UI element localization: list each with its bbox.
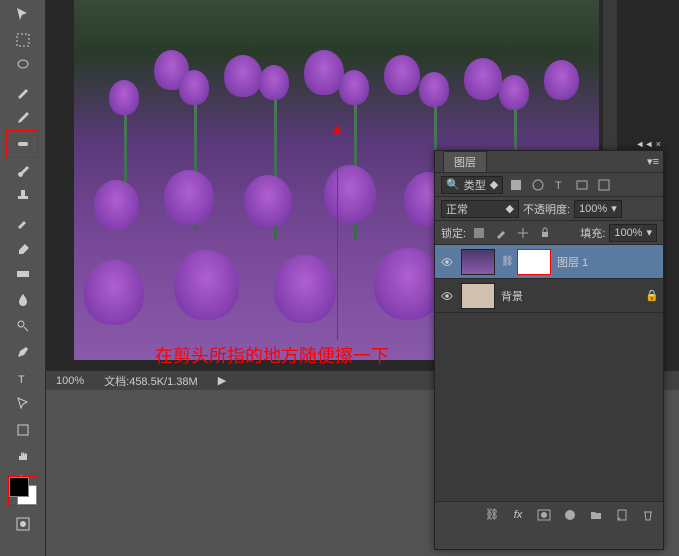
- rectangle-tool[interactable]: [11, 418, 35, 442]
- history-brush-tool[interactable]: [11, 210, 35, 234]
- link-layers-icon[interactable]: ⛓: [483, 506, 501, 524]
- visibility-toggle[interactable]: [439, 288, 455, 304]
- visibility-toggle[interactable]: [439, 254, 455, 270]
- add-mask-icon[interactable]: [535, 506, 553, 524]
- layer-item[interactable]: 背景 🔒: [435, 279, 663, 313]
- type-tool[interactable]: T: [11, 366, 35, 390]
- chevron-down-icon: ◆: [490, 178, 498, 191]
- blend-mode-dropdown[interactable]: 正常 ◆: [441, 200, 519, 218]
- lock-position-icon[interactable]: [514, 224, 532, 242]
- fx-icon[interactable]: fx: [509, 506, 527, 524]
- status-arrow-icon[interactable]: ▶: [218, 374, 226, 387]
- link-icon: ⛓: [501, 256, 511, 267]
- opacity-input[interactable]: 100% ▾: [574, 200, 622, 218]
- filter-smart-icon[interactable]: [595, 176, 613, 194]
- layers-tab[interactable]: 图层: [443, 151, 487, 172]
- chevron-down-icon: ▾: [611, 202, 617, 215]
- quick-mask-tool[interactable]: [11, 512, 35, 536]
- annotation-arrow-head: [333, 125, 341, 133]
- lock-icon: 🔒: [645, 289, 659, 302]
- gradient-tool[interactable]: [11, 262, 35, 286]
- annotation-text: 在剪头所指的地方随便擦一下: [155, 342, 389, 368]
- filter-adjust-icon[interactable]: [529, 176, 547, 194]
- layer-name[interactable]: 背景: [501, 288, 523, 304]
- delete-icon[interactable]: [639, 506, 657, 524]
- move-tool[interactable]: [11, 2, 35, 26]
- lock-label: 锁定:: [441, 225, 466, 241]
- tools-toolbar: T: [0, 0, 46, 556]
- path-select-tool[interactable]: [11, 392, 35, 416]
- panel-header: 图层 ▾≡: [435, 151, 663, 173]
- fill-label: 填充:: [580, 225, 605, 241]
- stamp-tool[interactable]: [11, 184, 35, 208]
- search-icon: 🔍: [446, 178, 460, 191]
- svg-text:T: T: [18, 374, 25, 386]
- blur-tool[interactable]: [11, 288, 35, 312]
- filter-row: 🔍 类型 ◆ T: [435, 173, 663, 197]
- zoom-level[interactable]: 100%: [56, 375, 84, 387]
- pen-tool[interactable]: [11, 340, 35, 364]
- layer-item[interactable]: ⛓ 图层 1: [435, 245, 663, 279]
- color-swatch[interactable]: [8, 476, 38, 506]
- adjustment-icon[interactable]: [561, 506, 579, 524]
- lock-transparent-icon[interactable]: [470, 224, 488, 242]
- panel-collapse-icon[interactable]: ◄◄ ×: [635, 139, 661, 149]
- layer-list: ⛓ 图层 1 背景 🔒: [435, 245, 663, 501]
- lock-all-icon[interactable]: [536, 224, 554, 242]
- layer-thumbnail[interactable]: [461, 283, 495, 309]
- group-icon[interactable]: [587, 506, 605, 524]
- opacity-label: 不透明度:: [523, 201, 570, 217]
- filter-shape-icon[interactable]: [573, 176, 591, 194]
- layer-mask-thumbnail[interactable]: [517, 249, 551, 275]
- eyedropper-tool[interactable]: [11, 106, 35, 130]
- lasso-tool[interactable]: [11, 54, 35, 78]
- layers-panel: ◄◄ × 图层 ▾≡ 🔍 类型 ◆ T 正常 ◆ 不透明度: 100% ▾ 锁定…: [434, 150, 664, 550]
- brush-highlight: [6, 130, 38, 158]
- filter-type-dropdown[interactable]: 🔍 类型 ◆: [441, 176, 503, 194]
- fill-input[interactable]: 100% ▾: [609, 224, 657, 242]
- filter-pixel-icon[interactable]: [507, 176, 525, 194]
- blend-row: 正常 ◆ 不透明度: 100% ▾: [435, 197, 663, 221]
- lock-row: 锁定: 填充: 100% ▾: [435, 221, 663, 245]
- magic-wand-tool[interactable]: [11, 80, 35, 104]
- filter-type-icon[interactable]: T: [551, 176, 569, 194]
- doc-info: 文档:458.5K/1.38M: [104, 373, 198, 389]
- chevron-down-icon: ◆: [506, 202, 514, 215]
- annotation-arrow-line: [337, 130, 338, 340]
- layer-name[interactable]: 图层 1: [557, 254, 588, 270]
- lock-pixels-icon[interactable]: [492, 224, 510, 242]
- svg-text:T: T: [555, 180, 562, 192]
- layer-thumbnail[interactable]: [461, 249, 495, 275]
- foreground-color[interactable]: [9, 477, 29, 497]
- new-layer-icon[interactable]: [613, 506, 631, 524]
- hand-tool[interactable]: [11, 444, 35, 468]
- brush-tool[interactable]: [11, 158, 35, 182]
- panel-footer: ⛓ fx: [435, 501, 663, 527]
- panel-menu-icon[interactable]: ▾≡: [647, 155, 659, 168]
- eraser-tool[interactable]: [11, 236, 35, 260]
- chevron-down-icon: ▾: [646, 226, 652, 239]
- marquee-tool[interactable]: [11, 28, 35, 52]
- dodge-tool[interactable]: [11, 314, 35, 338]
